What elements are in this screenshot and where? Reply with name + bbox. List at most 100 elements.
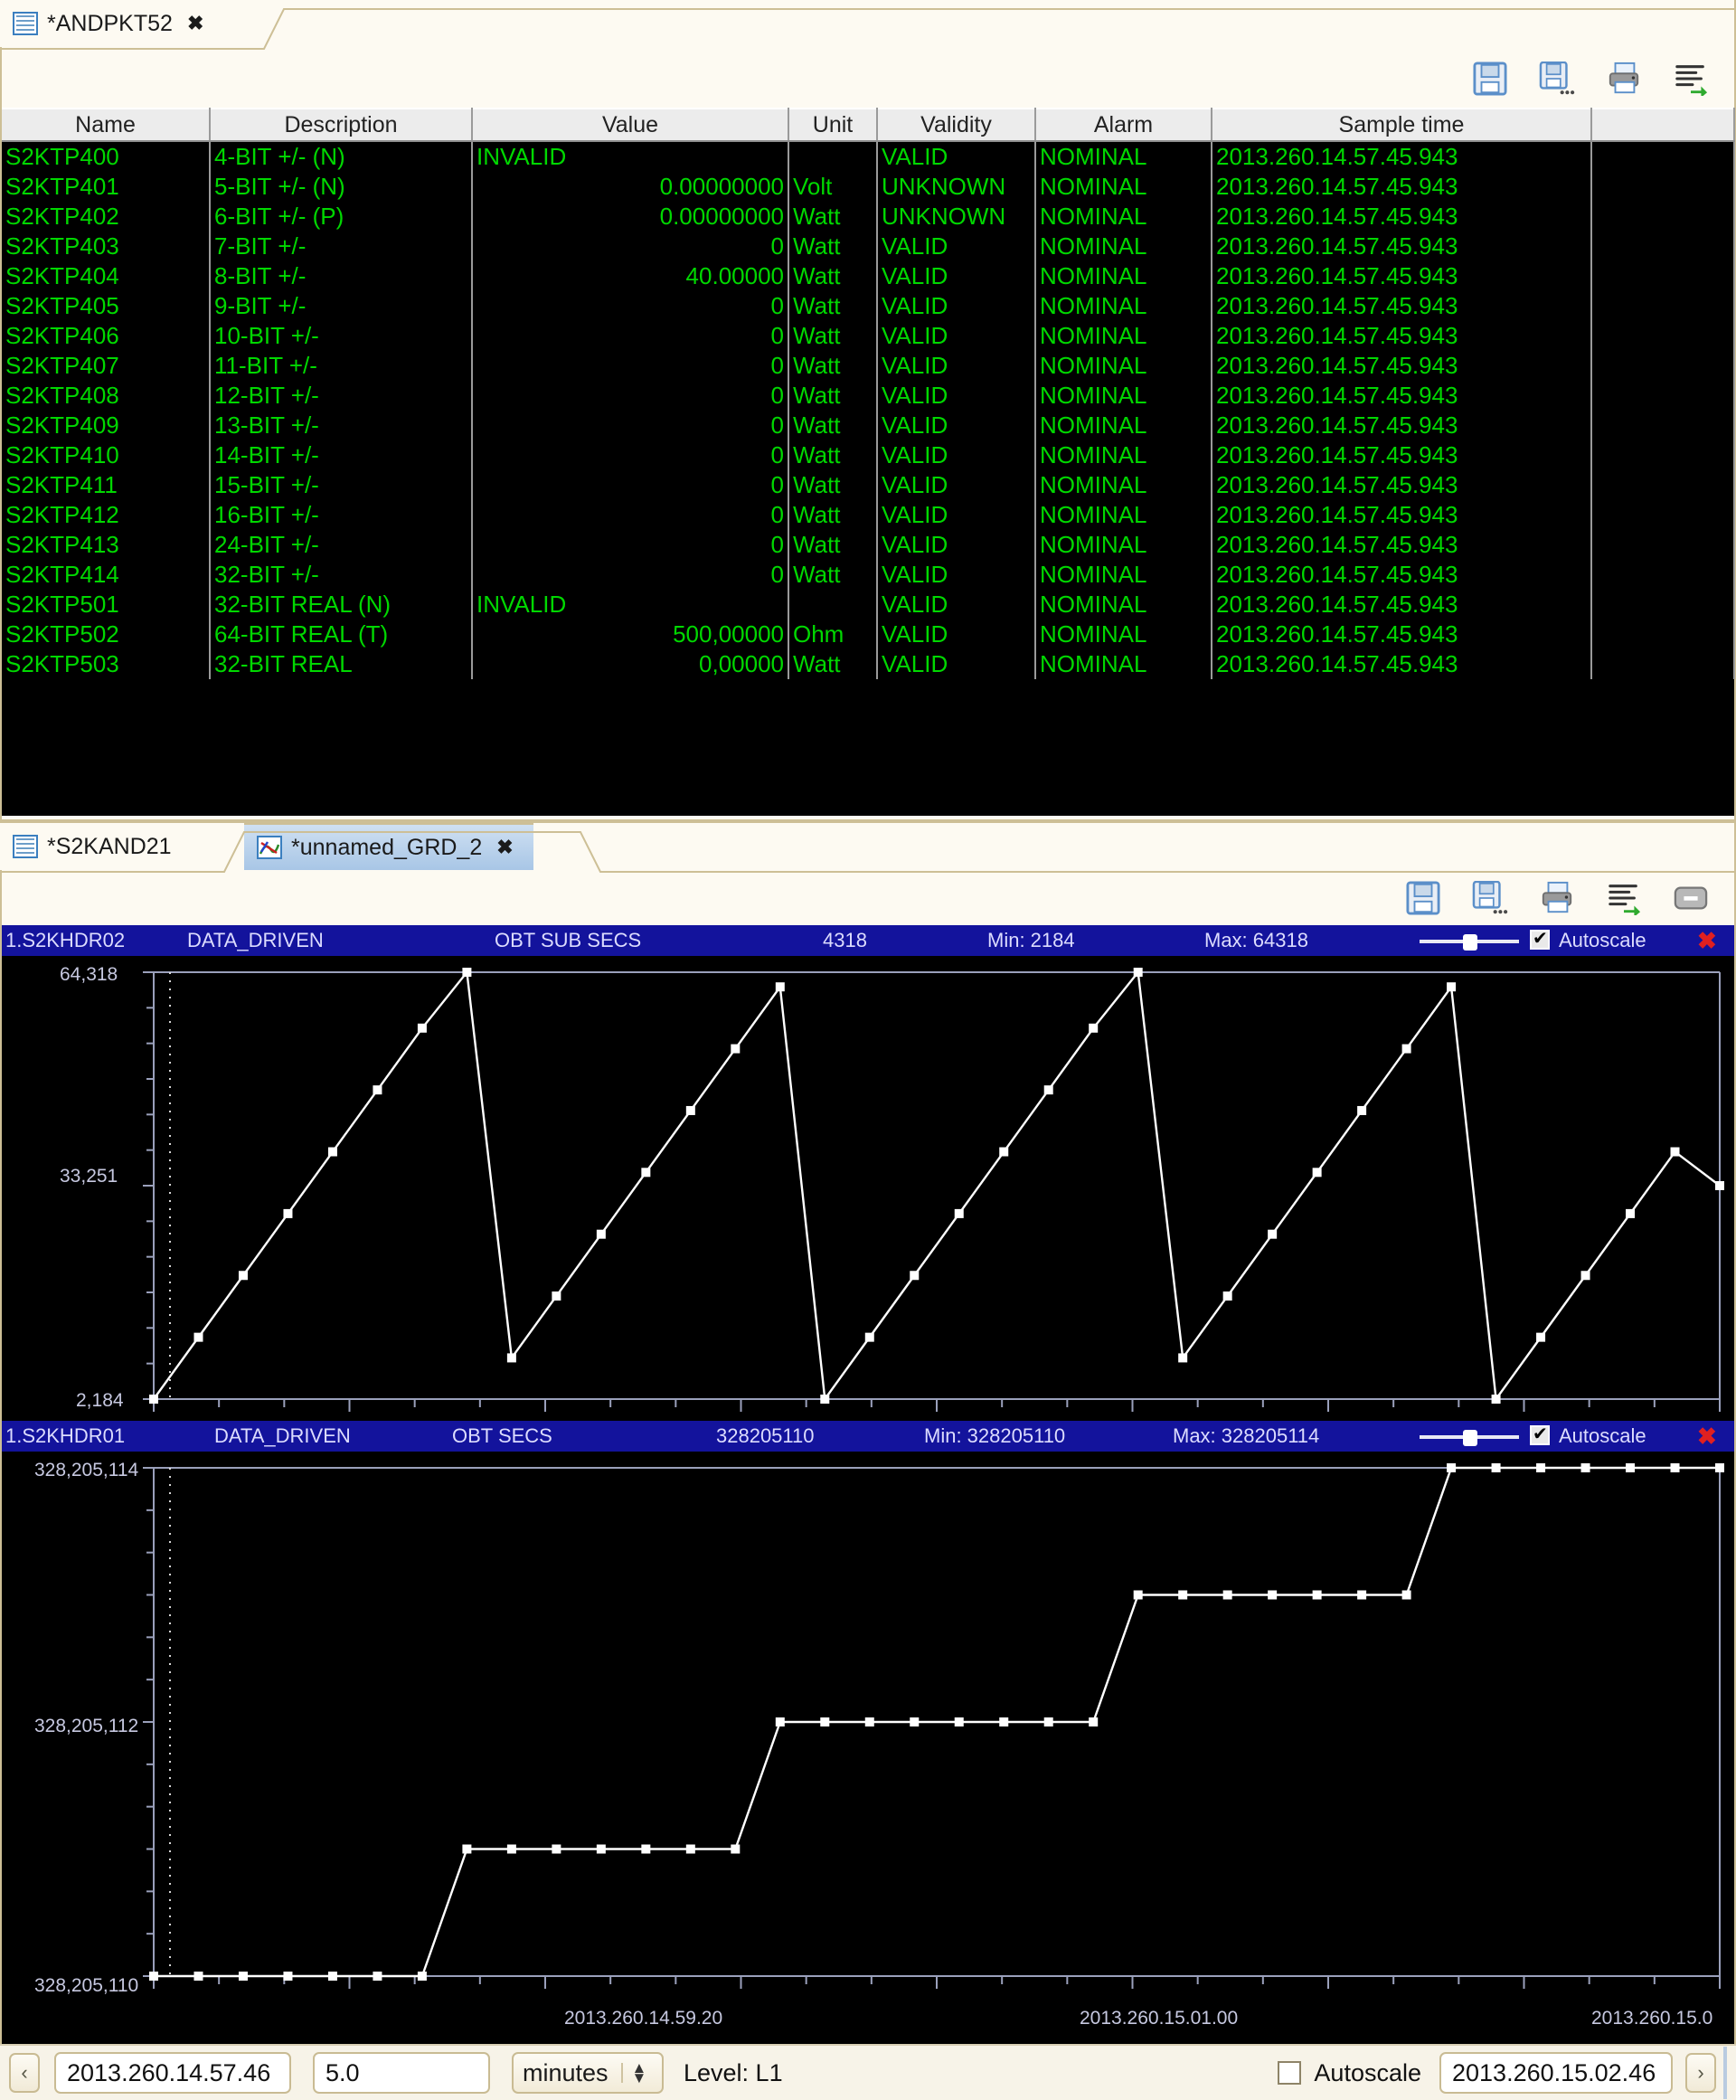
print-icon[interactable]	[1606, 61, 1642, 96]
cell-sample-time: 2013.260.14.57.45.943	[1212, 321, 1592, 351]
chart2-autoscale-label: Autoscale	[1559, 1424, 1646, 1447]
col-unit[interactable]: Unit	[788, 108, 878, 142]
col-description[interactable]: Description	[210, 108, 473, 142]
chart2-zoom-slider[interactable]	[1420, 1423, 1519, 1450]
table-row[interactable]: S2KTP410 14-BIT +/- 0 Watt VALID NOMINAL 2013.…	[2, 440, 1735, 470]
save-icon[interactable]	[1405, 881, 1441, 915]
table-row[interactable]: S2KTP501 32-BIT REAL (N) INVALID VALID NOMIN…	[2, 590, 1735, 620]
close-icon[interactable]: ✖	[187, 12, 203, 35]
table-row[interactable]: S2KTP406 10-BIT +/- 0 Watt VALID NOMINAL 2013.…	[2, 321, 1735, 351]
chevron-updown-icon[interactable]: ▲ ▼	[620, 2060, 646, 2086]
table-row[interactable]: S2KTP414 32-BIT +/- 0 Watt VALID NOMINAL 2013.…	[2, 560, 1735, 590]
table-row[interactable]: S2KTP407 11-BIT +/- 0 Watt VALID NOMINAL 2013.…	[2, 351, 1735, 381]
end-time-input[interactable]: 2013.260.15.02.46	[1439, 2052, 1673, 2094]
table-row[interactable]: S2KTP411 15-BIT +/- 0 Watt VALID NOMINAL 2013.…	[2, 470, 1735, 500]
cell-name: S2KTP414	[2, 560, 211, 590]
start-time-input[interactable]: 2013.260.14.57.46	[54, 2052, 291, 2094]
cell-name: S2KTP412	[2, 500, 211, 530]
cell-extra	[1591, 590, 1735, 620]
table-row[interactable]: S2KTP409 13-BIT +/- 0 Watt VALID NOMINAL 2013.…	[2, 411, 1735, 440]
chart2-autoscale-checkbox[interactable]	[1530, 1423, 1550, 1445]
chart2-title: 1.S2KHDR01	[5, 1424, 126, 1447]
cell-description: 5-BIT +/- (N)	[210, 172, 473, 202]
bottom-editor-panel: *S2KAND21 *unnamed_GRD_2 ✖ 1.S2KHDR02 DA…	[0, 821, 1736, 2100]
cell-extra	[1591, 202, 1735, 232]
cell-name: S2KTP406	[2, 321, 211, 351]
table-row[interactable]: S2KTP402 6-BIT +/- (P) 0.00000000 Watt UNKNO…	[2, 202, 1735, 232]
chart2-close-icon[interactable]: ✖	[1697, 1423, 1717, 1451]
chart1-close-icon[interactable]: ✖	[1697, 927, 1717, 955]
cell-sample-time: 2013.260.14.57.45.943	[1212, 500, 1592, 530]
cell-alarm: NOMINAL	[1035, 291, 1212, 321]
minimize-icon[interactable]	[1673, 881, 1709, 915]
cell-sample-time: 2013.260.14.57.45.943	[1212, 530, 1592, 560]
col-validity[interactable]: Validity	[877, 108, 1036, 142]
bottom-toolbar	[2, 874, 1734, 924]
cell-description: 9-BIT +/-	[210, 291, 473, 321]
table-row[interactable]: S2KTP503 32-BIT REAL 0,00000 Watt VALID NOMIN…	[2, 649, 1735, 679]
export-icon[interactable]	[1606, 881, 1642, 917]
col-name[interactable]: Name	[2, 108, 211, 142]
table-row[interactable]: S2KTP400 4-BIT +/- (N) INVALID VALID NOMINAL…	[2, 141, 1735, 172]
table-row[interactable]: S2KTP405 9-BIT +/- 0 Watt VALID NOMINAL 2013.2…	[2, 291, 1735, 321]
span-unit-select[interactable]: minutes ▲ ▼	[512, 2052, 664, 2094]
table-row[interactable]: S2KTP502 64-BIT REAL (T) 500,00000 Ohm VALID…	[2, 620, 1735, 649]
cell-name: S2KTP405	[2, 291, 211, 321]
cell-description: 10-BIT +/-	[210, 321, 473, 351]
slider-knob[interactable]	[1463, 1430, 1477, 1446]
col-alarm[interactable]: Alarm	[1035, 108, 1212, 142]
tab-s2kand21[interactable]: *S2KAND21	[0, 823, 192, 870]
cell-unit: Watt	[788, 560, 878, 590]
table-row[interactable]: S2KTP412 16-BIT +/- 0 Watt VALID NOMINAL 2013.…	[2, 500, 1735, 530]
cell-extra	[1591, 530, 1735, 560]
top-toolbar	[2, 51, 1734, 105]
save-as-icon[interactable]	[1539, 61, 1575, 96]
tab-unnamed-grd-2[interactable]: *unnamed_GRD_2 ✖	[244, 823, 533, 870]
cell-sample-time: 2013.260.14.57.45.943	[1212, 202, 1592, 232]
save-as-icon[interactable]	[1472, 880, 1508, 915]
cell-sample-time: 2013.260.14.57.45.943	[1212, 560, 1592, 590]
cell-description: 32-BIT REAL (N)	[210, 590, 473, 620]
autoscale-checkbox[interactable]	[1278, 2061, 1302, 2085]
cell-sample-time: 2013.260.14.57.45.943	[1212, 590, 1592, 620]
cell-description: 8-BIT +/-	[210, 261, 473, 291]
cell-value: INVALID	[472, 590, 789, 620]
chart1-mode: DATA_DRIVEN	[187, 929, 324, 951]
chart1-plot[interactable]: 64,318 33,251 2,184	[2, 956, 1734, 1421]
cell-validity: VALID	[877, 530, 1036, 560]
table-row[interactable]: S2KTP403 7-BIT +/- 0 Watt VALID NOMINAL 2013.2…	[2, 232, 1735, 261]
chart1-autoscale-checkbox[interactable]	[1530, 927, 1550, 950]
col-sample-time[interactable]: Sample time	[1212, 108, 1592, 142]
print-icon[interactable]	[1539, 881, 1575, 915]
cell-extra	[1591, 232, 1735, 261]
save-icon[interactable]	[1472, 61, 1508, 96]
cell-value: 0.00000000	[472, 202, 789, 232]
chart2-xtick-1: 2013.260.15.01.00	[1080, 2008, 1239, 2029]
col-extra[interactable]	[1591, 108, 1735, 142]
close-icon[interactable]: ✖	[496, 836, 513, 859]
cell-value: 0	[472, 351, 789, 381]
table-row[interactable]: S2KTP401 5-BIT +/- (N) 0.00000000 Volt UNKNO…	[2, 172, 1735, 202]
chart1-zoom-slider[interactable]	[1420, 927, 1519, 954]
export-icon[interactable]	[1673, 61, 1709, 98]
chart1-ytick-2: 2,184	[76, 1390, 124, 1411]
cell-alarm: NOMINAL	[1035, 351, 1212, 381]
col-value[interactable]: Value	[472, 108, 789, 142]
table-row[interactable]: S2KTP408 12-BIT +/- 0 Watt VALID NOMINAL 2013.…	[2, 381, 1735, 411]
cell-extra	[1591, 381, 1735, 411]
cell-unit: Watt	[788, 321, 878, 351]
slider-knob[interactable]	[1463, 934, 1477, 951]
table-row[interactable]: S2KTP404 8-BIT +/- 40.00000 Watt VALID NOMINA…	[2, 261, 1735, 291]
cell-validity: VALID	[877, 649, 1036, 679]
cell-name: S2KTP403	[2, 232, 211, 261]
prev-button[interactable]: ‹	[9, 2053, 40, 2093]
table-row[interactable]: S2KTP413 24-BIT +/- 0 Watt VALID NOMINAL 2013.…	[2, 530, 1735, 560]
tab-andpkt52[interactable]: *ANDPKT52 ✖	[0, 0, 224, 47]
chart2-plot[interactable]: 328,205,114 328,205,112 328,205,110 2013…	[2, 1452, 1734, 2044]
cell-description: 32-BIT REAL	[210, 649, 473, 679]
resize-grip	[1723, 2047, 1727, 2099]
span-value-input[interactable]: 5.0	[313, 2052, 490, 2094]
cell-extra	[1591, 649, 1735, 679]
cell-alarm: NOMINAL	[1035, 620, 1212, 649]
next-button[interactable]: ›	[1685, 2053, 1716, 2093]
